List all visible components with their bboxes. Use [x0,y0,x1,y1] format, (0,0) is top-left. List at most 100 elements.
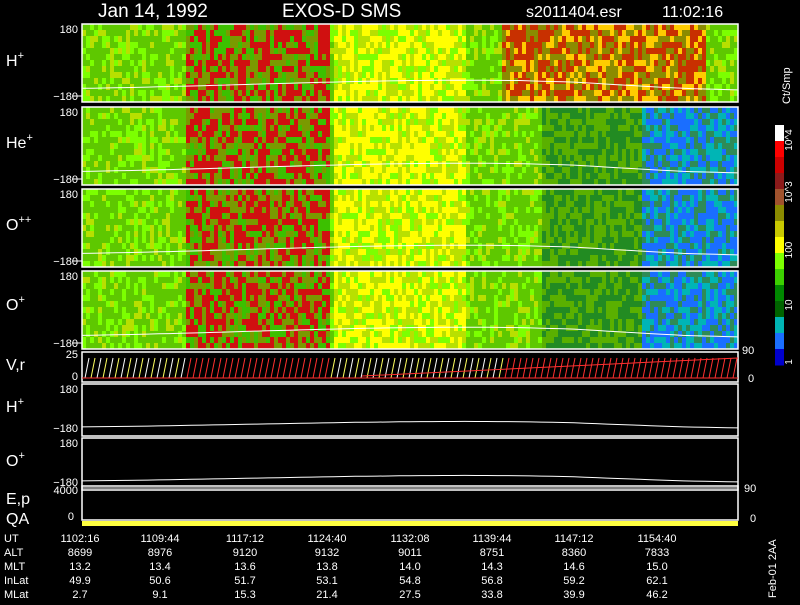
spectrogram-cell [102,60,106,66]
spectrogram-cell [294,84,298,90]
spectrogram-cell [398,30,402,36]
spectrogram-cell [730,137,734,143]
spectrogram-cell [346,161,350,167]
spectrogram-cell [682,54,686,60]
spectrogram-cell [434,107,438,113]
spectrogram-cell [142,255,146,261]
spectrogram-cell [470,66,474,72]
spectrogram-cell [586,131,590,137]
spectrogram-cell [666,66,670,72]
spectrogram-cell [506,113,510,119]
spectrogram-cell [642,30,646,36]
spectrogram-cell [678,48,682,54]
spectrogram-cell [290,231,294,237]
spectrogram-cell [730,113,734,119]
spectrogram-cell [102,66,106,72]
spectrogram-cell [362,84,366,90]
spectrogram-cell [538,96,542,102]
spectrogram-cell [322,143,326,149]
spectrogram-cell [450,107,454,113]
spectrogram-cell [86,179,90,185]
spectrogram-cell [674,155,678,161]
spectrogram-cell [398,36,402,42]
spectrogram-cell [210,161,214,167]
spectrogram-cell [170,30,174,36]
spectrogram-cell [634,54,638,60]
spectrogram-cell [422,72,426,78]
spectrogram-cell [186,195,190,201]
spectrogram-cell [642,131,646,137]
spectrogram-cell [362,149,366,155]
spectrogram-cell [718,30,722,36]
spectrogram-cell [402,36,406,42]
spectrogram-cell [478,155,482,161]
spectrogram-cell [482,137,486,143]
spectrogram-cell [282,36,286,42]
spectrogram-cell [434,72,438,78]
spectrogram-cell [502,66,506,72]
spectrogram-cell [286,24,290,30]
spectrogram-cell [542,125,546,131]
spectrogram-cell [478,42,482,48]
spectrogram-cell [706,137,710,143]
spectrogram-cell [138,48,142,54]
spectrogram-cell [546,119,550,125]
spectrogram-cell [90,131,94,137]
spectrogram-cell [450,42,454,48]
spectrogram-cell [282,213,286,219]
spectrogram-cell [514,42,518,48]
spectrogram-cell [358,96,362,102]
spectrogram-cell [666,78,670,84]
spectrogram-cell [294,189,298,195]
spectrogram-cell [486,137,490,143]
spectrogram-cell [314,161,318,167]
spectrogram-cell [150,149,154,155]
spectrogram-cell [694,30,698,36]
spectrogram-cell [118,143,122,149]
spectrogram-cell [262,155,266,161]
spectrogram-cell [426,107,430,113]
spectrogram-cell [250,96,254,102]
spectrogram-cell [362,119,366,125]
spectrogram-cell [502,96,506,102]
spectrogram-cell [330,137,334,143]
spectrogram-cell [430,24,434,30]
spectrogram-cell [510,48,514,54]
spectrogram-cell [570,161,574,167]
spectrogram-cell [318,107,322,113]
spectrogram-cell [466,36,470,42]
spectrogram-cell [630,48,634,54]
spectrogram-cell [718,48,722,54]
spectrogram-cell [686,161,690,167]
spectrogram-cell [598,42,602,48]
spectrogram-cell [158,24,162,30]
spectrogram-cell [146,24,150,30]
spectrogram-cell [466,113,470,119]
spectrogram-cell [210,149,214,155]
spectrogram-cell [238,225,242,231]
spectrogram-cell [674,131,678,137]
spectrogram-cell [154,143,158,149]
spectrogram-cell [258,72,262,78]
spectrogram-cell [570,119,574,125]
spectrogram-cell [338,173,342,179]
spectrogram-cell [378,131,382,137]
spectrogram-cell [186,137,190,143]
spectrogram-cell [606,96,610,102]
spectrogram-cell [722,96,726,102]
spectrogram-cell [534,173,538,179]
spectrogram-cell [398,84,402,90]
spectrogram-cell [218,155,222,161]
spectrogram-cell [578,143,582,149]
spectrogram-cell [198,96,202,102]
spectrogram-cell [438,42,442,48]
spectrogram-cell [642,60,646,66]
spectrogram-cell [506,42,510,48]
spectrogram-cell [362,66,366,72]
spectrogram-cell [266,225,270,231]
spectrogram-cell [598,179,602,185]
spectrogram-cell [254,36,258,42]
spectrogram-cell [258,225,262,231]
spectrogram-cell [254,42,258,48]
spectrogram-cell [470,78,474,84]
